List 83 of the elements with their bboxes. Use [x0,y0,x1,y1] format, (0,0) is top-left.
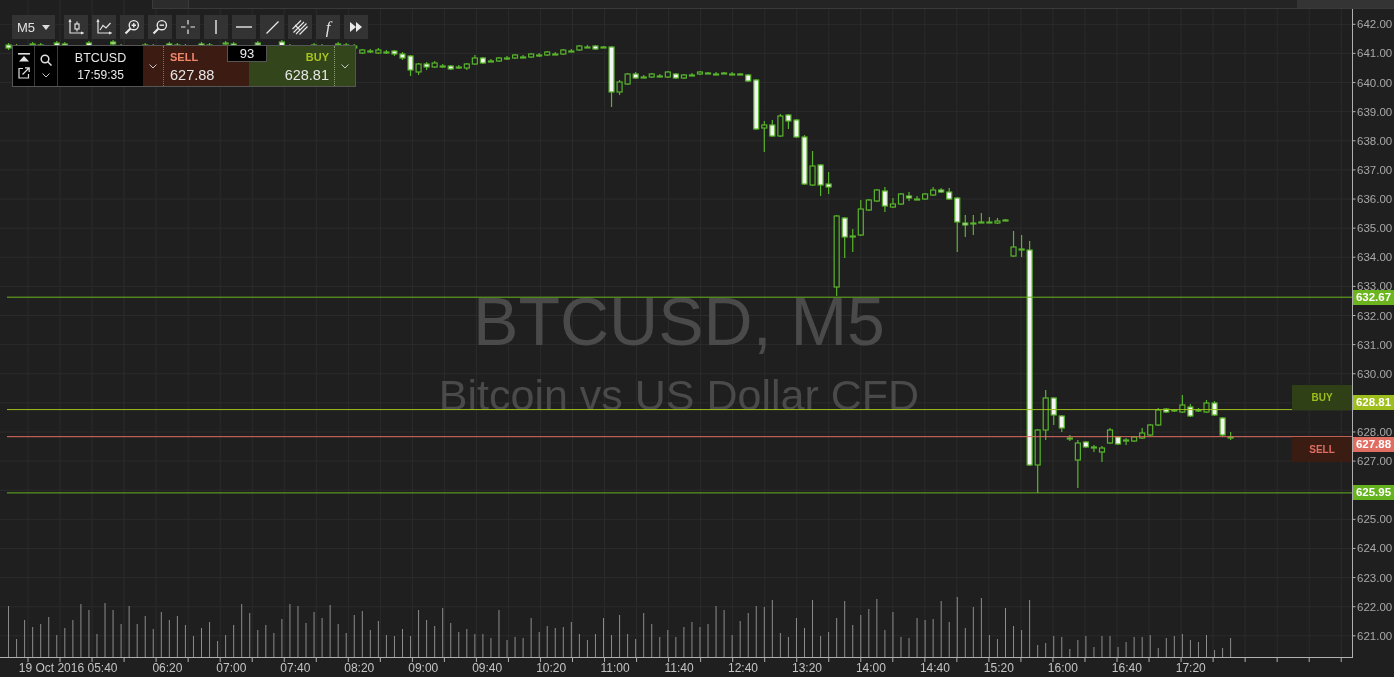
price-axis-label: 621.00 [1357,629,1393,642]
price-tag: 627.88 [1353,436,1394,452]
price-axis-label: 638.00 [1357,134,1393,147]
price-axis-label: 631.00 [1357,338,1393,351]
sell-background [227,62,249,86]
time-axis-label: 08:20 [344,661,375,675]
scrollbar-track[interactable] [152,0,1394,9]
time-axis-label: 10:20 [536,661,567,675]
collapse-icon[interactable] [17,52,30,62]
symbol-name: BTCUSD [74,50,127,65]
horizontal-line-button[interactable] [232,15,256,39]
time-axis-label: 07:00 [216,661,247,675]
time-axis-label: 14:00 [855,661,886,675]
time-axis-label: 07:40 [280,661,311,675]
price-axis-label: 640.00 [1357,76,1393,89]
sell-button[interactable]: SELL 627.88 [164,46,227,86]
sell-marker: SELL [1292,436,1352,462]
time-axis-label: 11:00 [600,661,630,675]
zoom-in-icon [124,19,140,35]
channel-button[interactable] [288,15,312,39]
price-axis-label: 634.00 [1357,251,1393,264]
vertical-line-button[interactable] [204,15,228,39]
candlestick-chart-button[interactable] [64,15,88,39]
price-axis-label: 624.00 [1357,542,1393,555]
time-axis-label: 12:40 [728,661,759,675]
time-axis-label: 15:20 [983,661,1014,675]
price-axis-label: 630.00 [1357,367,1393,380]
time-axis-label: 13:20 [792,661,822,675]
price-tag: 628.81 [1353,394,1394,410]
time-axis-label: 06:20 [152,661,183,675]
zoom-out-icon [152,19,168,35]
time-axis-label: 09:40 [472,661,503,675]
price-axis-label: 636.00 [1357,193,1393,205]
external-link-icon[interactable] [17,67,30,80]
search-icon[interactable] [40,53,52,66]
zoom-out-button[interactable] [148,15,172,39]
time-axis-label: 19 Oct 2016 05:40 [18,661,118,675]
fast-forward-button[interactable] [344,15,368,39]
time-axis-label: 16:00 [1047,661,1078,675]
chevron-down-icon [149,63,157,69]
buy-background [249,62,267,86]
price-axis-label: 628.00 [1357,425,1393,438]
vertical-line-icon [215,20,217,34]
time-axis-label: 14:40 [919,661,950,675]
chevron-down-icon [341,63,349,69]
diagonal-line-icon [265,20,279,34]
buy-button[interactable]: BUY 628.81 [267,46,334,86]
fast-forward-icon [350,22,362,32]
crosshair-button[interactable] [176,15,200,39]
price-axis-label: 635.00 [1357,222,1393,235]
time-axis-label: 11:40 [664,661,694,675]
price-axis-label: 632.00 [1357,309,1393,322]
crosshair-icon [181,20,195,34]
price-axis-label: 639.00 [1357,105,1393,118]
horizontal-line-icon [236,26,252,28]
zoom-in-button[interactable] [120,15,144,39]
scrollbar-thumb[interactable] [1297,0,1394,8]
line-chart-button[interactable] [92,15,116,39]
candlestick-chart-icon [68,19,84,35]
price-axis-label: 627.00 [1357,455,1393,468]
time-axis-label: 16:40 [1111,661,1142,675]
time-axis-label: 09:00 [408,661,439,675]
buy-marker: BUY [1292,384,1352,410]
spread-value: 93 [227,45,267,62]
price-axis-label: 642.00 [1357,18,1393,31]
price-axis-label: 637.00 [1357,163,1393,176]
chevron-down-icon[interactable] [42,73,50,79]
server-time: 17:59:35 [77,68,124,82]
buy-options-button[interactable] [334,46,355,86]
sell-options-button[interactable] [143,46,164,86]
parallel-lines-icon [292,19,308,35]
line-chart-icon [96,19,112,35]
trend-line-button[interactable] [260,15,284,39]
price-axis-label: 625.00 [1357,513,1393,526]
caret-icon [42,24,51,30]
price-axis-label: 623.00 [1357,571,1393,584]
timeframe-dropdown[interactable]: M5 [12,15,55,39]
price-tag: 632.67 [1353,289,1394,305]
function-button[interactable]: f [316,15,340,39]
price-tag: 625.95 [1353,485,1394,501]
price-axis-label: 641.00 [1357,47,1393,60]
time-axis-label: 17:20 [1175,661,1206,675]
price-axis-label: 622.00 [1357,600,1393,613]
